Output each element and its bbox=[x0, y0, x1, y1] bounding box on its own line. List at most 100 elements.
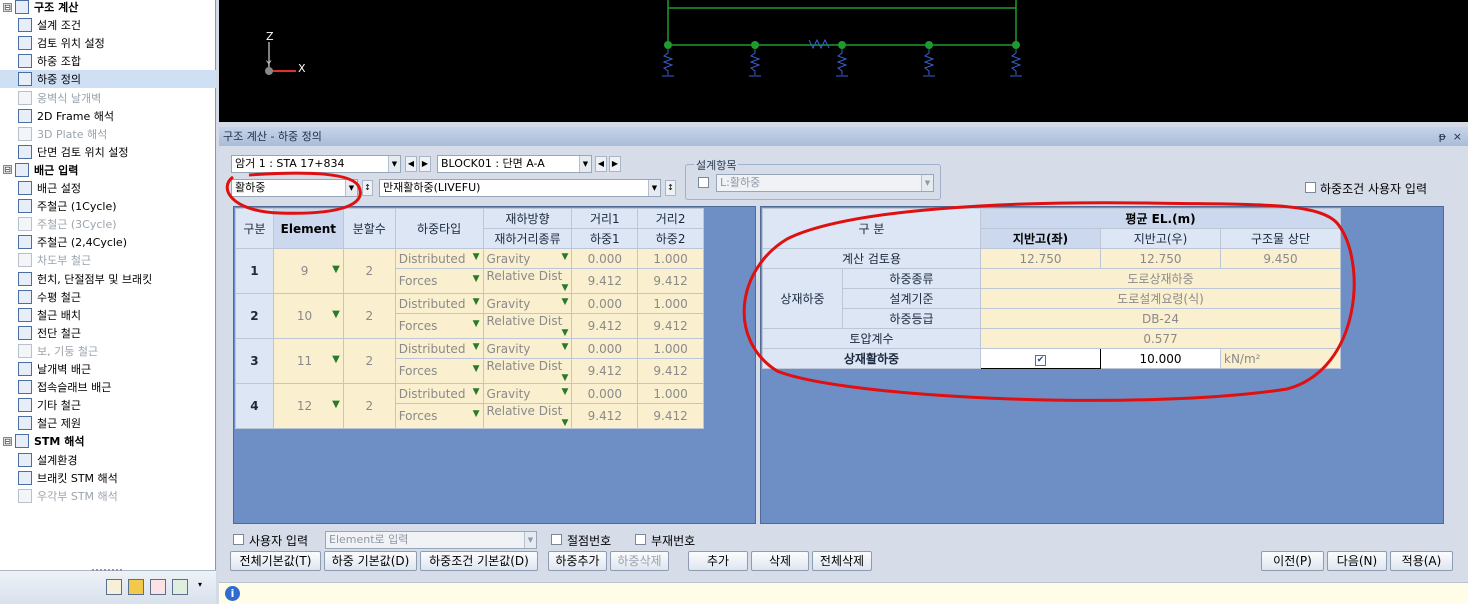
row-number[interactable]: 2 bbox=[235, 293, 274, 339]
load1-cell[interactable]: 9.412 bbox=[571, 358, 639, 384]
load-type-cell[interactable]: Distributed ▼ bbox=[394, 383, 484, 404]
row-number[interactable]: 3 bbox=[235, 338, 274, 384]
element-dropdown-icon[interactable]: ▼ bbox=[332, 399, 340, 410]
delete-button[interactable]: 삭제 bbox=[751, 551, 809, 571]
dist2-cell[interactable]: 1.000 bbox=[637, 248, 704, 269]
tree-item[interactable]: 날개벽 배근 bbox=[0, 360, 216, 378]
load-name-combo[interactable]: 만재활하중(LIVEFU) ▼ bbox=[379, 179, 661, 197]
chevron-down-icon[interactable]: ▼ bbox=[473, 342, 480, 352]
tree-item[interactable]: 하중 조합 bbox=[0, 52, 216, 70]
design-item-combo[interactable]: L:활하중 ▼ bbox=[716, 174, 934, 192]
collapse-icon[interactable]: ⊟ bbox=[3, 436, 12, 446]
tree-item[interactable]: 브래킷 STM 해석 bbox=[0, 469, 216, 487]
block-combo[interactable]: BLOCK01 : 단면 A-A ▼ bbox=[437, 155, 592, 173]
load-type-cell[interactable]: Distributed ▼ bbox=[394, 248, 484, 269]
toolbar-more-icon[interactable]: ▾ bbox=[198, 580, 202, 589]
dist1-cell[interactable]: 0.000 bbox=[571, 293, 639, 314]
prev-station-button[interactable]: ◀ bbox=[405, 156, 417, 172]
user-load-condition-checkbox[interactable] bbox=[1305, 182, 1316, 193]
element-cell[interactable]: 11 ▼ bbox=[272, 338, 344, 384]
dist1-cell[interactable]: 0.000 bbox=[571, 383, 639, 404]
dist2-cell[interactable]: 1.000 bbox=[637, 383, 704, 404]
chevron-down-icon[interactable]: ▼ bbox=[473, 364, 480, 374]
tree-item[interactable]: 수평 철근 bbox=[0, 288, 216, 306]
tree-item[interactable]: 검토 위치 설정 bbox=[0, 34, 216, 52]
load-delete-button[interactable]: 하중삭제 bbox=[610, 551, 669, 571]
load-type-cell[interactable]: Forces ▼ bbox=[394, 403, 484, 429]
station-combo[interactable]: 암거 1 : STA 17+834 ▼ bbox=[231, 155, 401, 173]
load2-cell[interactable]: 9.412 bbox=[637, 313, 704, 339]
chevron-down-icon[interactable]: ▼ bbox=[562, 283, 569, 293]
tree-item[interactable]: 배근 설정 bbox=[0, 179, 216, 197]
tree-section[interactable]: ⊟ STM 해석 bbox=[0, 432, 216, 450]
table-row[interactable]: 4 12 ▼ 2 Distributed ▼ Gravity ▼ 0.000 1.000 bbox=[235, 383, 704, 429]
tree-section[interactable]: ⊟ 배근 입력 bbox=[0, 161, 216, 179]
tree-item[interactable]: 기타 철근 bbox=[0, 396, 216, 414]
load-type-cell[interactable]: Forces ▼ bbox=[394, 268, 484, 294]
table-row[interactable]: 1 9 ▼ 2 Distributed ▼ Gravity ▼ 0.000 1.000 bbox=[235, 248, 704, 294]
collapse-icon[interactable]: ⊟ bbox=[3, 165, 12, 175]
tree-item[interactable]: 3D Plate 해석 bbox=[0, 125, 216, 143]
checkmark-icon[interactable]: ✔ bbox=[1035, 355, 1046, 366]
load-type-cell[interactable]: Distributed ▼ bbox=[394, 338, 484, 359]
load-dist-type-cell[interactable]: Relative Dist ▼ bbox=[482, 313, 573, 339]
load-dist-type-cell[interactable]: Relative Dist ▼ bbox=[482, 358, 573, 384]
row-number[interactable]: 4 bbox=[235, 383, 274, 429]
chevron-down-icon[interactable]: ▼ bbox=[473, 252, 480, 262]
chevron-down-icon[interactable]: ▼ bbox=[562, 387, 569, 397]
tree-item[interactable]: 보, 기둥 철근 bbox=[0, 342, 216, 360]
collapse-icon[interactable]: ⊟ bbox=[3, 2, 12, 12]
earth-coef-value[interactable]: 0.577 bbox=[980, 328, 1341, 349]
chevron-down-icon[interactable]: ▼ bbox=[473, 274, 480, 284]
tree-item[interactable]: 철근 배치 bbox=[0, 306, 216, 324]
dist1-cell[interactable]: 0.000 bbox=[571, 248, 639, 269]
chevron-down-icon[interactable]: ▼ bbox=[473, 409, 480, 419]
load-add-button[interactable]: 하중추가 bbox=[548, 551, 607, 571]
dist2-cell[interactable]: 1.000 bbox=[637, 293, 704, 314]
dist1-cell[interactable]: 0.000 bbox=[571, 338, 639, 359]
add-button[interactable]: 추가 bbox=[688, 551, 748, 571]
apply-button[interactable]: 적용(A) bbox=[1390, 551, 1453, 571]
table-icon[interactable] bbox=[172, 579, 188, 595]
load-dir-cell[interactable]: Gravity ▼ bbox=[482, 338, 573, 359]
chevron-down-icon[interactable]: ▼ bbox=[562, 342, 569, 352]
chevron-down-icon[interactable]: ▼ bbox=[473, 297, 480, 307]
table-row[interactable]: 3 11 ▼ 2 Distributed ▼ Gravity ▼ 0.000 1.000 bbox=[235, 338, 704, 384]
tree-item[interactable]: 2D Frame 해석 bbox=[0, 107, 216, 125]
dist2-cell[interactable]: 1.000 bbox=[637, 338, 704, 359]
tree-section[interactable]: ⊟ 구조 계산 bbox=[0, 0, 216, 16]
load1-cell[interactable]: 9.412 bbox=[571, 313, 639, 339]
chevron-down-icon[interactable]: ▼ bbox=[562, 328, 569, 338]
design-std-value[interactable]: 도로설계요령(식) bbox=[980, 288, 1341, 309]
chevron-down-icon[interactable]: ▼ bbox=[562, 373, 569, 383]
calc-value-left[interactable]: 12.750 bbox=[980, 248, 1101, 269]
load-type-cell[interactable]: Forces ▼ bbox=[394, 358, 484, 384]
calc-value-top[interactable]: 9.450 bbox=[1220, 248, 1341, 269]
next-button[interactable]: 다음(N) bbox=[1327, 551, 1387, 571]
element-cell[interactable]: 12 ▼ bbox=[272, 383, 344, 429]
splitter-grip[interactable] bbox=[92, 569, 122, 573]
live-surcharge-check-cell[interactable]: ✔ bbox=[980, 348, 1101, 369]
tree-item[interactable]: 차도부 철근 bbox=[0, 251, 216, 269]
document-icon[interactable] bbox=[106, 579, 122, 595]
divisions-cell[interactable]: 2 bbox=[342, 293, 396, 339]
chevron-down-icon[interactable]: ▼ bbox=[562, 252, 569, 262]
chevron-down-icon[interactable]: ▼ bbox=[562, 418, 569, 428]
calc-value-right[interactable]: 12.750 bbox=[1100, 248, 1221, 269]
element-cell[interactable]: 9 ▼ bbox=[272, 248, 344, 294]
load2-cell[interactable]: 9.412 bbox=[637, 358, 704, 384]
load2-cell[interactable]: 9.412 bbox=[637, 403, 704, 429]
chevron-down-icon[interactable]: ▼ bbox=[473, 387, 480, 397]
tree-item[interactable]: 접속슬래브 배근 bbox=[0, 378, 216, 396]
tree-item[interactable]: 설계 조건 bbox=[0, 16, 216, 34]
design-item-checkbox[interactable] bbox=[698, 177, 709, 188]
node-no-checkbox[interactable] bbox=[551, 534, 562, 545]
tree-item[interactable]: 우각부 STM 해석 bbox=[0, 487, 216, 505]
next-station-button[interactable]: ▶ bbox=[419, 156, 431, 172]
load-type-cell[interactable]: Forces ▼ bbox=[394, 313, 484, 339]
tree-item[interactable]: 하중 정의 bbox=[0, 70, 216, 89]
load1-cell[interactable]: 9.412 bbox=[571, 403, 639, 429]
element-dropdown-icon[interactable]: ▼ bbox=[332, 309, 340, 320]
tree-item[interactable]: 철근 제원 bbox=[0, 414, 216, 432]
table-row[interactable]: 2 10 ▼ 2 Distributed ▼ Gravity ▼ 0.000 1.000 bbox=[235, 293, 704, 339]
